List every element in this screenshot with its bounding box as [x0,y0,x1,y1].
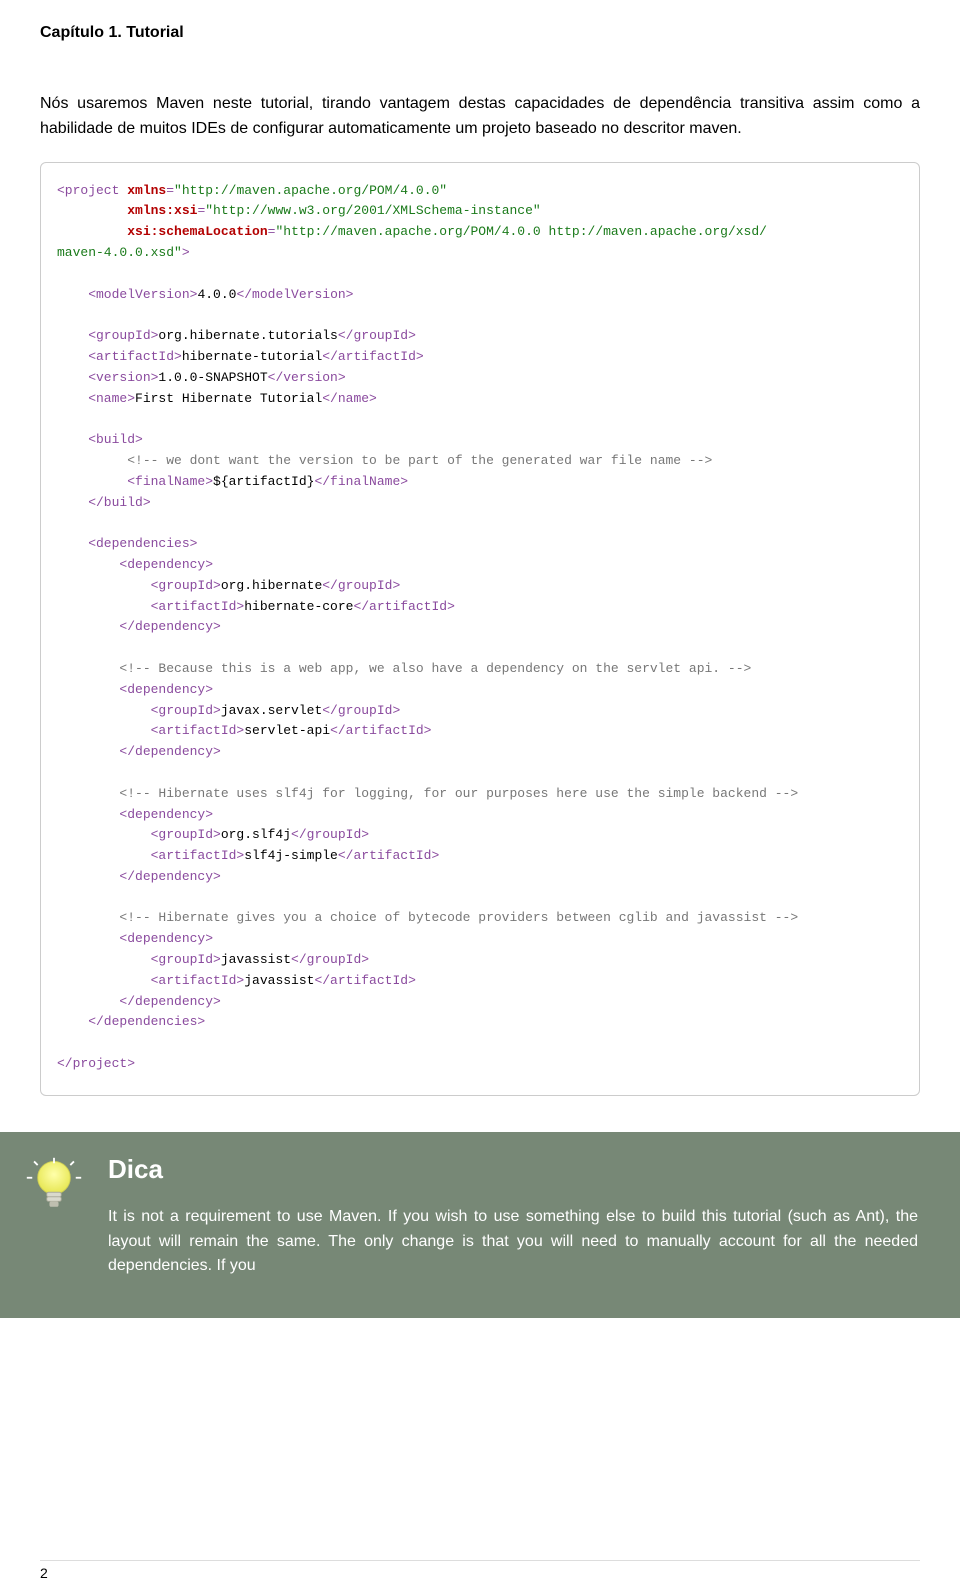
code-token: = [166,183,174,198]
code-token: </dependency> [57,744,221,759]
tip-content: Dica It is not a requirement to use Mave… [108,1132,960,1318]
code-token: javax.servlet [221,703,322,718]
tip-icon-column [0,1132,108,1318]
code-token: </name> [322,391,377,406]
document-page: Capítulo 1. Tutorial Nós usaremos Maven … [0,0,960,1591]
code-token: <groupId> [57,578,221,593]
code-token: "http://www.w3.org/2001/XMLSchema-instan… [205,203,540,218]
code-token: <artifactId> [57,723,244,738]
code-token: <groupId> [57,952,221,967]
code-token: </groupId> [291,827,369,842]
code-token: org.hibernate [221,578,322,593]
code-token: </dependency> [57,994,221,1009]
code-token: </dependencies> [57,1014,205,1029]
code-token: <!-- Because this is a web app, we also … [57,661,751,676]
code-token: <modelVersion> [57,287,197,302]
code-block-pom: <project xmlns="http://maven.apache.org/… [40,162,920,1096]
code-token: <build> [57,432,143,447]
code-token: </artifactId> [322,349,423,364]
code-token: <artifactId> [57,349,182,364]
code-token: xmlns:xsi [127,203,197,218]
code-token: </groupId> [322,578,400,593]
code-token: slf4j-simple [244,848,338,863]
code-token: <name> [57,391,135,406]
code-token: hibernate-core [244,599,353,614]
code-token: org.hibernate.tutorials [158,328,337,343]
code-token: xsi:schemaLocation [127,224,267,239]
code-token: <dependency> [57,682,213,697]
code-token: </groupId> [291,952,369,967]
code-token: javassist [221,952,291,967]
code-token: <groupId> [57,827,221,842]
code-token: 1.0.0-SNAPSHOT [158,370,267,385]
lightbulb-icon [25,1156,83,1214]
code-token: <!-- we dont want the version to be part… [57,453,712,468]
code-token: </groupId> [322,703,400,718]
code-token: <project [57,183,127,198]
code-token: maven-4.0.0.xsd" [57,245,182,260]
code-token: "http://maven.apache.org/POM/4.0.0 http:… [275,224,766,239]
code-token: </dependency> [57,619,221,634]
code-token: </artifactId> [338,848,439,863]
code-token: > [182,245,190,260]
code-token: </groupId> [338,328,416,343]
code-token: </modelVersion> [236,287,353,302]
code-token: ${artifactId} [213,474,314,489]
code-token: <dependency> [57,807,213,822]
tip-title: Dica [108,1154,918,1185]
intro-paragraph: Nós usaremos Maven neste tutorial, tiran… [40,92,920,142]
code-token: servlet-api [244,723,330,738]
chapter-title: Capítulo 1. Tutorial [40,24,920,42]
code-token: First Hibernate Tutorial [135,391,322,406]
code-token: <dependency> [57,931,213,946]
code-token: <artifactId> [57,973,244,988]
code-token: javassist [244,973,314,988]
code-token: <dependencies> [57,536,197,551]
code-token: <version> [57,370,158,385]
code-token: <finalName> [57,474,213,489]
code-token: "http://maven.apache.org/POM/4.0.0" [174,183,447,198]
page-number: 2 [40,1560,920,1581]
tip-callout: Dica It is not a requirement to use Mave… [0,1132,960,1318]
code-token: org.slf4j [221,827,291,842]
code-token: <!-- Hibernate uses slf4j for logging, f… [57,786,798,801]
code-token: <!-- Hibernate gives you a choice of byt… [57,910,798,925]
code-token: </version> [268,370,346,385]
code-token: </artifactId> [330,723,431,738]
code-token: </finalName> [314,474,408,489]
code-token: <groupId> [57,328,158,343]
code-token: <artifactId> [57,599,244,614]
code-token [57,203,127,218]
code-token: <artifactId> [57,848,244,863]
code-token: </dependency> [57,869,221,884]
code-token: hibernate-tutorial [182,349,322,364]
code-token: <dependency> [57,557,213,572]
code-token: </artifactId> [314,973,415,988]
code-token: <groupId> [57,703,221,718]
code-token: </artifactId> [353,599,454,614]
tip-body: It is not a requirement to use Maven. If… [108,1205,918,1279]
code-token [57,224,127,239]
code-token: 4.0.0 [197,287,236,302]
code-token: </project> [57,1056,135,1071]
code-token: </build> [57,495,151,510]
code-token: xmlns [127,183,166,198]
